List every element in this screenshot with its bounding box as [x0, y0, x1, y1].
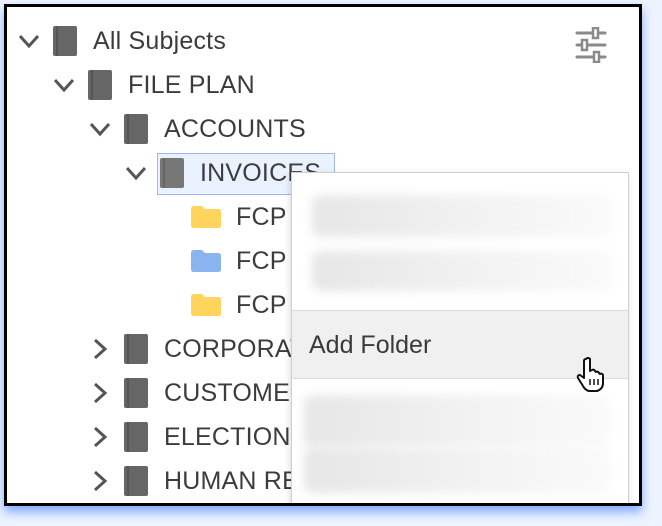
tree-node-fcp-1[interactable]: FCP: [190, 199, 287, 235]
chevron-down-icon[interactable]: [88, 117, 112, 141]
tree-node-elections[interactable]: ELECTIONS: [88, 419, 308, 455]
book-icon: [160, 158, 184, 188]
hand-pointer-icon: [576, 357, 604, 392]
tree-node-corporate[interactable]: CORPORATE: [88, 331, 322, 367]
tree-node-fcp-2[interactable]: FCP: [190, 243, 287, 279]
tree-node-accounts[interactable]: ACCOUNTS: [88, 111, 306, 147]
tree-node-label: FCP: [236, 246, 287, 275]
add-folder-label: Add Folder: [309, 331, 432, 359]
tree-node-label: FCP: [236, 290, 287, 319]
tree-node-fcp-3[interactable]: FCP: [190, 287, 287, 323]
book-icon: [124, 466, 148, 496]
folder-icon: [191, 250, 221, 272]
book-icon: [124, 114, 148, 144]
folder-icon: [191, 206, 221, 228]
context-menu-item-blurred[interactable]: [292, 379, 628, 503]
tree-node-all-subjects[interactable]: All Subjects: [17, 23, 226, 59]
tree-node-label: CUSTOMER: [164, 378, 309, 407]
book-icon: [124, 422, 148, 452]
context-menu: Add Folder: [291, 172, 629, 503]
chevron-down-icon[interactable]: [52, 73, 76, 97]
tree-node-label: ACCOUNTS: [164, 114, 306, 143]
chevron-right-icon[interactable]: [88, 469, 112, 493]
book-icon: [53, 26, 77, 56]
subjects-tree-panel: All Subjects FILE PLAN ACCOUNTS INVOICES…: [4, 4, 642, 506]
tree-node-label: ELECTIONS: [164, 422, 308, 451]
book-icon: [124, 334, 148, 364]
tree-node-label: FILE PLAN: [128, 70, 255, 99]
chevron-right-icon[interactable]: [88, 425, 112, 449]
tree-node-label: All Subjects: [93, 26, 227, 55]
chevron-down-icon[interactable]: [124, 161, 148, 185]
folder-icon: [191, 294, 221, 316]
tree-node-label: FCP: [236, 202, 287, 231]
book-icon: [124, 378, 148, 408]
context-menu-item-blurred[interactable]: [292, 173, 628, 311]
book-icon: [88, 70, 112, 100]
chevron-down-icon[interactable]: [17, 29, 41, 53]
chevron-right-icon[interactable]: [88, 381, 112, 405]
tree-node-file-plan[interactable]: FILE PLAN: [52, 67, 255, 103]
tree-node-customer[interactable]: CUSTOMER: [88, 375, 308, 411]
chevron-right-icon[interactable]: [88, 337, 112, 361]
filter-sliders-icon[interactable]: [575, 27, 607, 63]
